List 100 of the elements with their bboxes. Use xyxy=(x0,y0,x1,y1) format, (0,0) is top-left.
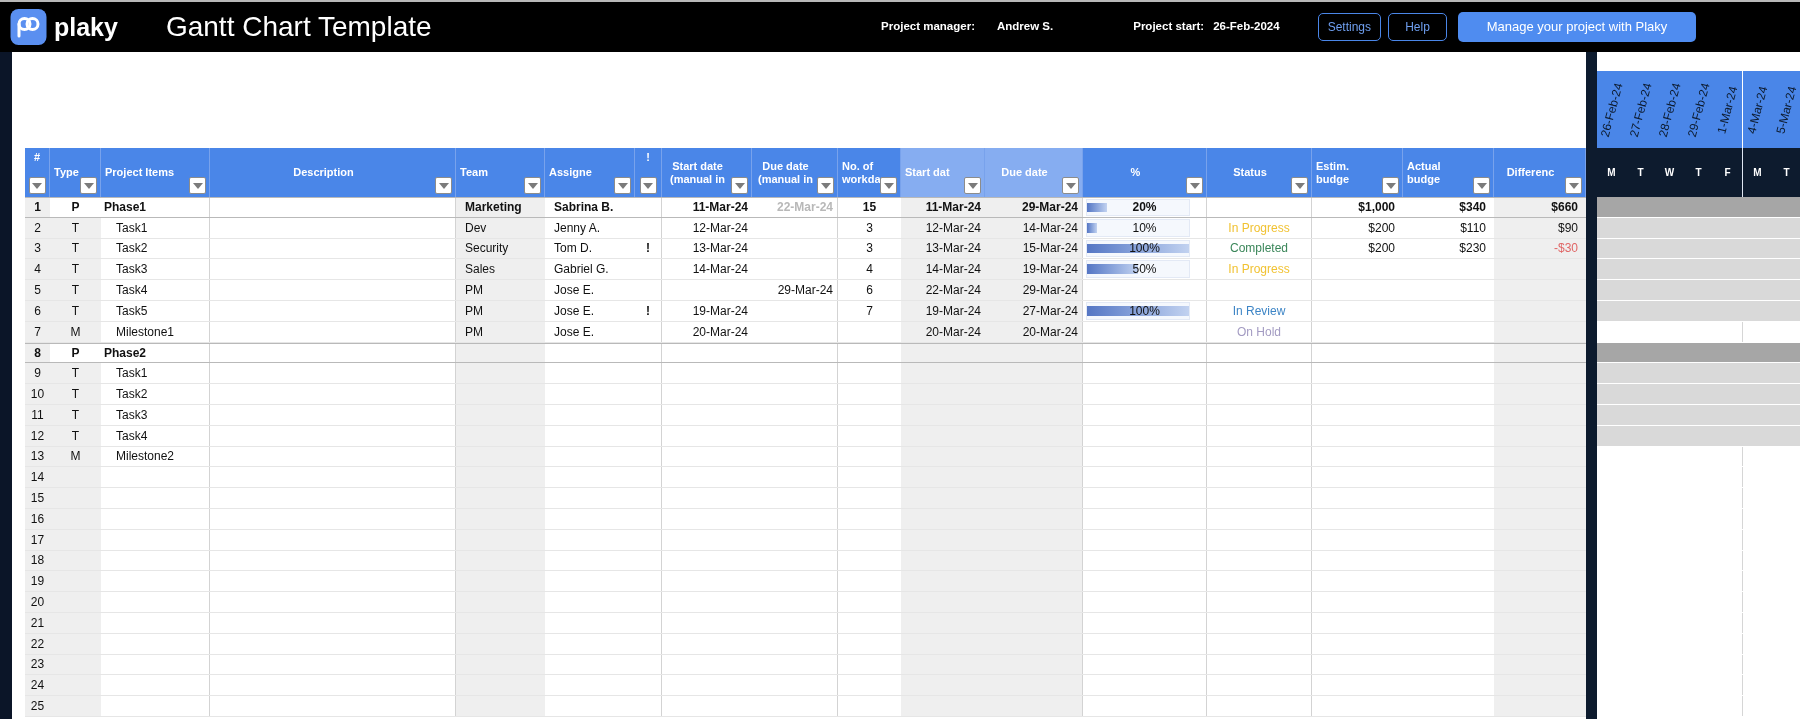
column-title: Start dat xyxy=(905,166,950,179)
row-number: 11 xyxy=(31,406,44,424)
status-label: In Review xyxy=(1232,302,1286,320)
row-number: 9 xyxy=(34,365,41,383)
caret-down-icon xyxy=(1385,182,1396,189)
item-name: Phase1 xyxy=(104,199,147,217)
row-number: 19 xyxy=(30,573,45,591)
item-type: T xyxy=(71,406,80,424)
row-number: 10 xyxy=(30,386,45,404)
caret-down-icon xyxy=(192,182,203,189)
column-title: Estim. budge xyxy=(1316,159,1350,186)
filter-button[interactable] xyxy=(1186,177,1203,194)
filter-button[interactable] xyxy=(964,177,981,194)
column-title: No. of workda xyxy=(842,159,881,186)
filter-button[interactable] xyxy=(817,177,834,194)
item-type: T xyxy=(71,240,80,258)
toolbar-button[interactable]: Settings xyxy=(1317,13,1381,41)
workdays-count: 6 xyxy=(866,282,873,300)
start-date: 11-Mar-24 xyxy=(692,199,748,217)
team-name: Dev xyxy=(465,219,487,237)
item-name: Task5 xyxy=(116,302,148,320)
start-date: 13-Mar-24 xyxy=(692,240,748,258)
info-value: 26-Feb-2024 xyxy=(1213,19,1280,35)
difference-amount: -$30 xyxy=(1553,240,1578,258)
item-type: T xyxy=(71,386,80,404)
info-label: Project manager: xyxy=(881,19,975,35)
filter-button[interactable] xyxy=(1062,177,1079,194)
caret-down-icon xyxy=(1294,182,1305,189)
due-date: 27-Mar-24 xyxy=(1022,302,1078,320)
team-name: PM xyxy=(465,282,483,300)
filter-button[interactable] xyxy=(1473,177,1490,194)
due-date: 20-Mar-24 xyxy=(1022,323,1078,341)
percent-text: 10% xyxy=(1132,219,1157,237)
filter-button[interactable] xyxy=(435,177,452,194)
day-label: T xyxy=(1695,166,1702,180)
filter-button[interactable] xyxy=(731,177,748,194)
workdays-count: 3 xyxy=(866,219,873,237)
item-name: Task1 xyxy=(116,365,148,383)
filter-button[interactable] xyxy=(1291,177,1308,194)
item-name: Task1 xyxy=(116,219,148,237)
item-type: M xyxy=(70,448,81,466)
team-name: Sales xyxy=(465,261,496,279)
filter-button[interactable] xyxy=(880,177,897,194)
filter-button[interactable] xyxy=(614,177,631,194)
column-title: ! xyxy=(646,151,650,163)
row-number: 8 xyxy=(34,344,41,362)
workdays-count: 4 xyxy=(866,261,873,279)
row-number: 16 xyxy=(30,510,45,528)
column-title: % xyxy=(1130,166,1141,179)
item-type: M xyxy=(70,323,81,341)
day-label: W xyxy=(1664,166,1675,180)
column-title: Description xyxy=(293,166,354,179)
column-title: Team xyxy=(460,166,488,179)
item-type: P xyxy=(71,199,80,217)
status-label: Completed xyxy=(1230,240,1288,258)
start-date: 20-Mar-24 xyxy=(692,323,748,341)
due-date: 19-Mar-24 xyxy=(1022,261,1078,279)
row-number: 6 xyxy=(34,302,41,320)
workdays-count: 15 xyxy=(862,199,877,217)
start-date: 11-Mar-24 xyxy=(925,199,981,217)
row-number: 15 xyxy=(30,490,45,508)
date-label: 5-Mar-24 xyxy=(1772,83,1800,136)
caret-down-icon xyxy=(617,182,628,189)
status-label: In Progress xyxy=(1228,219,1290,237)
filter-button[interactable] xyxy=(1565,177,1582,194)
column-title: Actual budge xyxy=(1407,159,1442,186)
due-date: 14-Mar-24 xyxy=(1022,219,1078,237)
column-title: Type xyxy=(54,166,79,179)
due-date: 29-Mar-24 xyxy=(777,282,833,300)
row-number: 1 xyxy=(34,199,41,217)
filter-button[interactable] xyxy=(189,177,206,194)
team-name: PM xyxy=(465,323,483,341)
item-type: T xyxy=(71,365,80,383)
row-number: 14 xyxy=(30,469,45,487)
caret-down-icon xyxy=(1476,182,1487,189)
row-number: 22 xyxy=(30,635,45,653)
filter-button[interactable] xyxy=(1382,177,1399,194)
caret-down-icon xyxy=(83,182,94,189)
filter-button[interactable] xyxy=(28,177,46,194)
day-label: F xyxy=(1724,166,1731,180)
start-date: 14-Mar-24 xyxy=(692,261,748,279)
start-date: 12-Mar-24 xyxy=(692,219,748,237)
filter-button[interactable] xyxy=(524,177,541,194)
column-title: # xyxy=(33,151,41,163)
row-number: 25 xyxy=(30,698,45,715)
filter-button[interactable] xyxy=(639,177,657,194)
row-number: 21 xyxy=(30,614,45,632)
workdays-count: 7 xyxy=(866,302,873,320)
row-number: 7 xyxy=(34,323,41,341)
caret-down-icon xyxy=(643,182,653,189)
due-date: 29-Mar-24 xyxy=(1021,199,1078,217)
filter-button[interactable] xyxy=(80,177,97,194)
start-date: 22-Mar-24 xyxy=(925,282,981,300)
assignee-name: Jenny A. xyxy=(554,219,601,237)
item-name: Task4 xyxy=(116,282,148,300)
start-date: 20-Mar-24 xyxy=(925,323,981,341)
day-label: M xyxy=(1753,166,1762,180)
toolbar-button[interactable]: Help xyxy=(1388,13,1447,41)
caret-down-icon xyxy=(734,182,745,189)
caret-down-icon xyxy=(32,182,42,189)
